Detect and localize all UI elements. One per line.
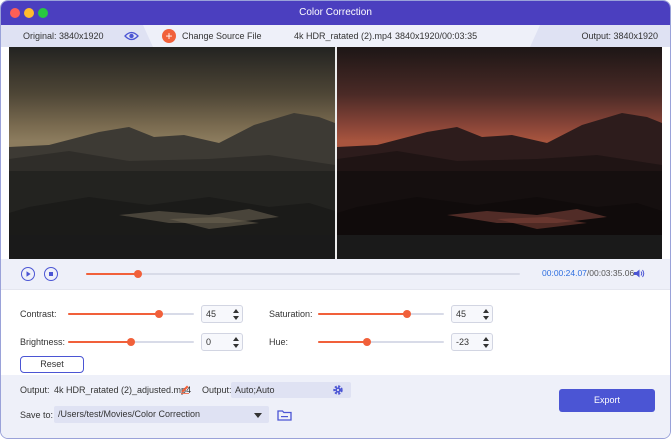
saturation-slider-fill [318,313,408,315]
output-resolution-label: Output: 3840x1920 [581,31,658,41]
save-to-label: Save to: [20,410,54,420]
change-source-file-button[interactable]: Change Source File [182,25,262,47]
source-file-name: 4k HDR_ratated (2).mp4 [294,31,393,41]
folder-icon[interactable] [277,409,292,423]
hue-slider-handle[interactable] [363,338,372,346]
original-preview [9,47,335,259]
app-window: Color Correction Original: 3840x1920 + C… [0,0,671,439]
gear-icon[interactable] [332,384,344,398]
brightness-label: Brightness: [20,337,66,347]
hue-slider-fill [318,341,368,343]
saturation-slider[interactable] [318,310,444,318]
source-file-info: 3840x1920/00:03:35 [395,31,478,41]
saturation-input[interactable] [454,306,482,322]
contrast-decrease-icon[interactable] [233,316,239,320]
contrast-slider[interactable] [68,310,194,318]
save-path-value: /Users/test/Movies/Color Correction [58,409,201,419]
progress-handle[interactable] [134,270,143,278]
brightness-decrease-icon[interactable] [233,344,239,348]
title-bar: Color Correction [1,1,670,25]
reset-button[interactable]: Reset [20,356,84,373]
saturation-increase-icon[interactable] [483,309,489,313]
stop-icon [49,272,53,276]
contrast-label: Contrast: [20,309,57,319]
play-button[interactable] [21,267,35,281]
save-path-field[interactable]: /Users/test/Movies/Color Correction [54,406,269,423]
brightness-increase-icon[interactable] [233,337,239,341]
adjustment-panel: Contrast: Saturation: Brightness: [1,289,670,376]
playback-controls: 00:00:24.07/00:03:35.06 [1,259,670,289]
output-format-value: Auto;Auto [235,385,275,395]
saturation-slider-handle[interactable] [403,310,412,318]
contrast-slider-handle[interactable] [154,310,163,318]
hue-stepper[interactable] [451,333,493,351]
current-time: 00:00:24.07 [542,268,587,278]
window-title: Color Correction [299,7,372,18]
brightness-slider-handle[interactable] [127,338,135,346]
export-button[interactable]: Export [559,389,655,412]
total-time: /00:03:35.06 [586,268,635,278]
stop-button[interactable] [44,267,58,281]
progress-fill [86,273,139,275]
add-source-icon[interactable]: + [162,29,176,43]
brightness-stepper[interactable] [201,333,243,351]
hue-decrease-icon[interactable] [483,344,489,348]
output-preview [337,47,662,259]
saturation-label: Saturation: [269,309,313,319]
hue-label: Hue: [269,337,289,347]
output-file-name: 4k HDR_ratated (2)_adjusted.mp4 [54,385,192,395]
hue-slider[interactable] [318,338,444,346]
contrast-increase-icon[interactable] [233,309,239,313]
contrast-input[interactable] [204,306,232,322]
brightness-slider-fill [68,341,131,343]
time-display: 00:00:24.07/00:03:35.06 [542,268,634,278]
volume-icon[interactable] [633,268,645,281]
brightness-input[interactable] [204,334,232,350]
output-format-label: Output: [202,385,232,395]
play-icon [26,271,31,277]
info-bar: Original: 3840x1920 + Change Source File… [1,25,670,47]
eye-icon[interactable] [124,31,139,43]
saturation-stepper[interactable] [451,305,493,323]
original-resolution-label: Original: 3840x1920 [23,31,104,41]
saturation-decrease-icon[interactable] [483,316,489,320]
export-footer: Output: 4k HDR_ratated (2)_adjusted.mp4 … [1,375,670,438]
edit-pencil-icon[interactable] [180,384,190,396]
brightness-slider[interactable] [68,338,194,346]
output-file-label: Output: [20,385,50,395]
hue-increase-icon[interactable] [483,337,489,341]
chevron-down-icon[interactable] [254,413,262,418]
video-preview-area [9,47,662,259]
contrast-stepper[interactable] [201,305,243,323]
progress-track[interactable] [86,270,520,278]
hue-input[interactable] [454,334,482,350]
contrast-slider-fill [68,313,159,315]
